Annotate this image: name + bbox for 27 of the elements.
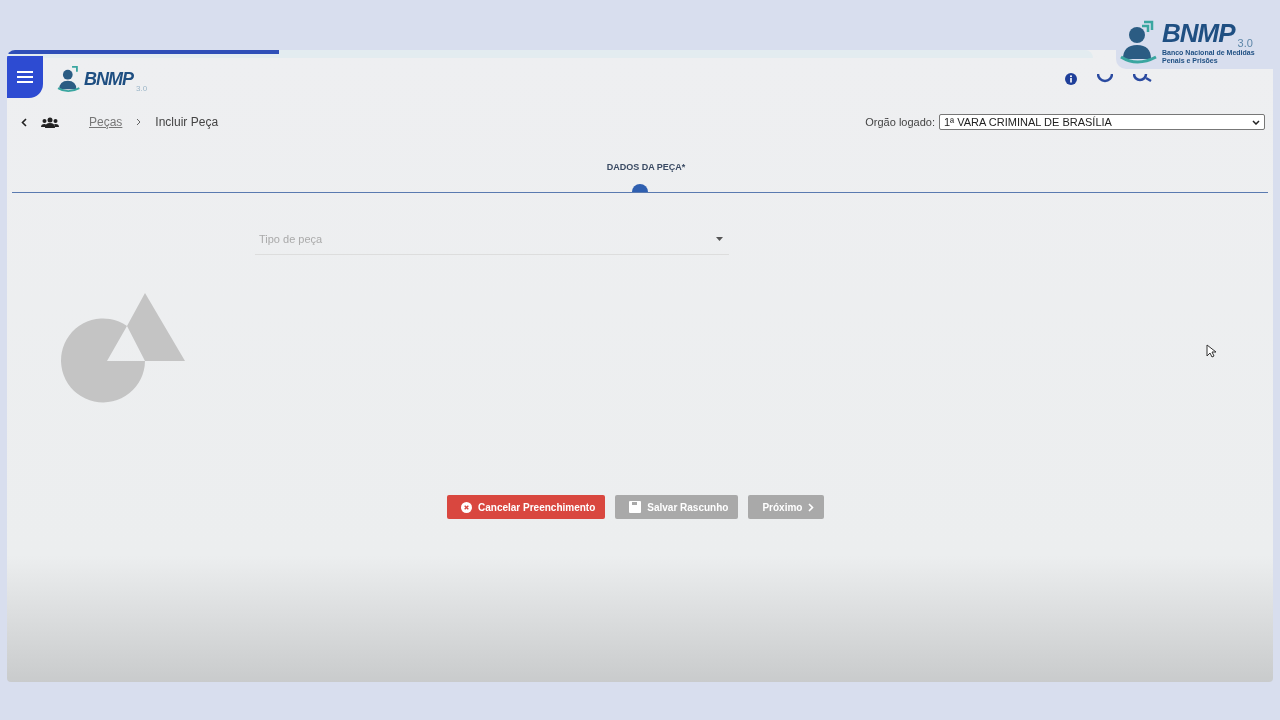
chevron-icon — [808, 502, 815, 512]
caret-icon — [1252, 119, 1260, 125]
close-circle-icon — [461, 501, 472, 513]
version-text: 3.0 — [136, 84, 148, 93]
person-icon — [1120, 18, 1158, 65]
org-select[interactable]: 1ª VARA CRIMINAL DE BRASÍLIA — [939, 114, 1265, 130]
menu-icon — [17, 71, 33, 83]
menu-button[interactable] — [7, 56, 43, 98]
version-text: 3.0 — [1237, 37, 1253, 49]
save-icon — [629, 501, 642, 513]
back-icon[interactable] — [21, 117, 27, 127]
chevron-icon — [136, 118, 142, 126]
person-icon — [57, 65, 81, 93]
piece-type-select[interactable]: Tipo de peça — [255, 223, 729, 255]
step-indicator[interactable] — [632, 184, 648, 192]
caret-icon — [716, 236, 723, 241]
cursor-icon — [1206, 344, 1216, 358]
logo-text: BNMP — [84, 68, 133, 90]
users-icon — [41, 116, 59, 128]
breadcrumb-current: Incluir Peça — [155, 115, 219, 129]
info-icon[interactable] — [1065, 73, 1077, 85]
cancel-button[interactable]: Cancelar Preenchimento — [447, 495, 606, 519]
step-label: DADOS DA PEÇA* — [606, 162, 686, 172]
breadcrumb-link[interactable]: Peças — [89, 115, 123, 129]
org-label: Orgão logado: — [865, 116, 935, 128]
shapes-icon — [61, 293, 185, 405]
logo-text: BNMP — [1162, 18, 1235, 49]
